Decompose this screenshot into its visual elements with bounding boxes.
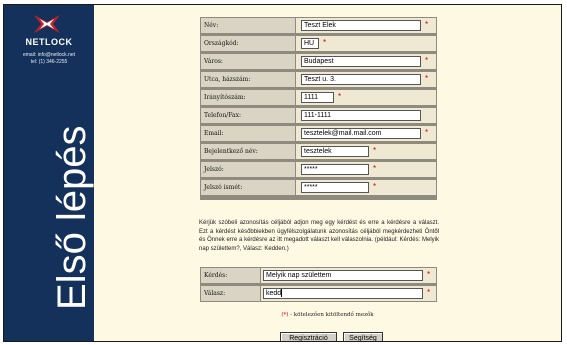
register-button[interactable]: Regisztráció bbox=[280, 332, 337, 341]
required-mark: * bbox=[373, 182, 377, 191]
username-input[interactable]: tesztelek bbox=[301, 146, 369, 157]
field-label: Email: bbox=[201, 126, 295, 141]
answer-input[interactable]: kedd bbox=[263, 288, 423, 299]
city-input[interactable]: Budapest bbox=[301, 56, 421, 67]
contact-phone: tel: (1) 346-2255 bbox=[30, 59, 68, 65]
required-mark: * bbox=[427, 288, 431, 297]
street-input[interactable]: Teszt u. 3. bbox=[301, 74, 421, 85]
form-row-phone: Telefon/Fax: 111-1111 bbox=[201, 108, 436, 123]
country-code-input[interactable]: HU bbox=[301, 38, 319, 49]
answer-value: kedd bbox=[266, 290, 282, 297]
form-row-answer: Válasz: kedd * bbox=[201, 286, 436, 301]
netlock-logo-icon bbox=[34, 15, 60, 33]
form-row-email: Email: tesztelek@mail.mail.com * bbox=[201, 126, 436, 141]
required-mark: * bbox=[373, 164, 377, 173]
required-mark: * bbox=[373, 146, 377, 155]
name-input[interactable]: Teszt Elek bbox=[301, 20, 421, 31]
phone-input[interactable]: 111-1111 bbox=[301, 110, 421, 121]
form-row-country: Országkód: HU * bbox=[201, 36, 436, 51]
field-label: Országkód: bbox=[201, 36, 295, 51]
form-row-password: Jelszó: ***** * bbox=[201, 162, 436, 177]
email-input[interactable]: tesztelek@mail.mail.com bbox=[301, 128, 421, 139]
note-text: - kötelezően kitöltendő mezők bbox=[288, 312, 374, 318]
security-question-instructions: Kérjük szóbeli azonosítás céljából adjon… bbox=[199, 220, 439, 252]
form-row-city: Város: Budapest * bbox=[201, 54, 436, 69]
help-button[interactable]: Segítség bbox=[343, 332, 383, 341]
field-label: Utca, házszám: bbox=[201, 72, 295, 87]
field-label: Jelszó ismét: bbox=[201, 180, 295, 195]
field-label: Város: bbox=[201, 54, 295, 69]
field-label: Kérdés: bbox=[201, 268, 260, 283]
required-mark: * bbox=[425, 74, 429, 83]
brand-name: NETLOCK bbox=[25, 37, 73, 47]
text-cursor bbox=[281, 289, 283, 298]
vertical-title: Első lépés bbox=[50, 125, 94, 310]
field-label: Válasz: bbox=[201, 286, 260, 301]
zip-input[interactable]: 1111 bbox=[301, 92, 334, 103]
form-row-street: Utca, házszám: Teszt u. 3. * bbox=[201, 72, 436, 87]
required-fields-note: (*) - kötelezően kitöltendő mezők bbox=[4, 312, 561, 318]
password-input[interactable]: ***** bbox=[301, 164, 369, 175]
registration-form: Név: Teszt Elek * Országkód: HU * Város: B… bbox=[200, 17, 437, 200]
form-row-question: Kérdés: Melyik nap születtem * bbox=[201, 268, 436, 283]
required-mark: * bbox=[323, 38, 327, 47]
field-label: Jelszó: bbox=[201, 162, 295, 177]
field-label: Telefon/Fax: bbox=[201, 108, 295, 123]
required-mark: * bbox=[425, 128, 429, 137]
form-row-zip: Irányítószám: 1111 * bbox=[201, 90, 436, 105]
required-mark: * bbox=[425, 20, 429, 29]
password-confirm-input[interactable]: ***** bbox=[301, 182, 369, 193]
required-mark: * bbox=[425, 56, 429, 65]
contact-email: email: info@netlock.net bbox=[22, 52, 76, 58]
form-row-password-again: Jelszó ismét: ***** * bbox=[201, 180, 436, 195]
page-frame: NETLOCK email: info@netlock.net tel: (1)… bbox=[3, 4, 562, 342]
field-label: Irányítószám: bbox=[201, 90, 295, 105]
question-input[interactable]: Melyik nap születtem bbox=[263, 270, 423, 281]
form-row-username: Bejelentkező név: tesztelek * bbox=[201, 144, 436, 159]
required-mark: * bbox=[427, 270, 431, 279]
field-label: Bejelentkező név: bbox=[201, 144, 295, 159]
form-row-name: Név: Teszt Elek * bbox=[201, 18, 436, 33]
field-label: Név: bbox=[201, 18, 295, 33]
security-question-form: Kérdés: Melyik nap születtem * Válasz: ke… bbox=[200, 267, 437, 302]
sidebar: NETLOCK email: info@netlock.net tel: (1)… bbox=[4, 5, 94, 341]
required-mark: * bbox=[338, 92, 342, 101]
